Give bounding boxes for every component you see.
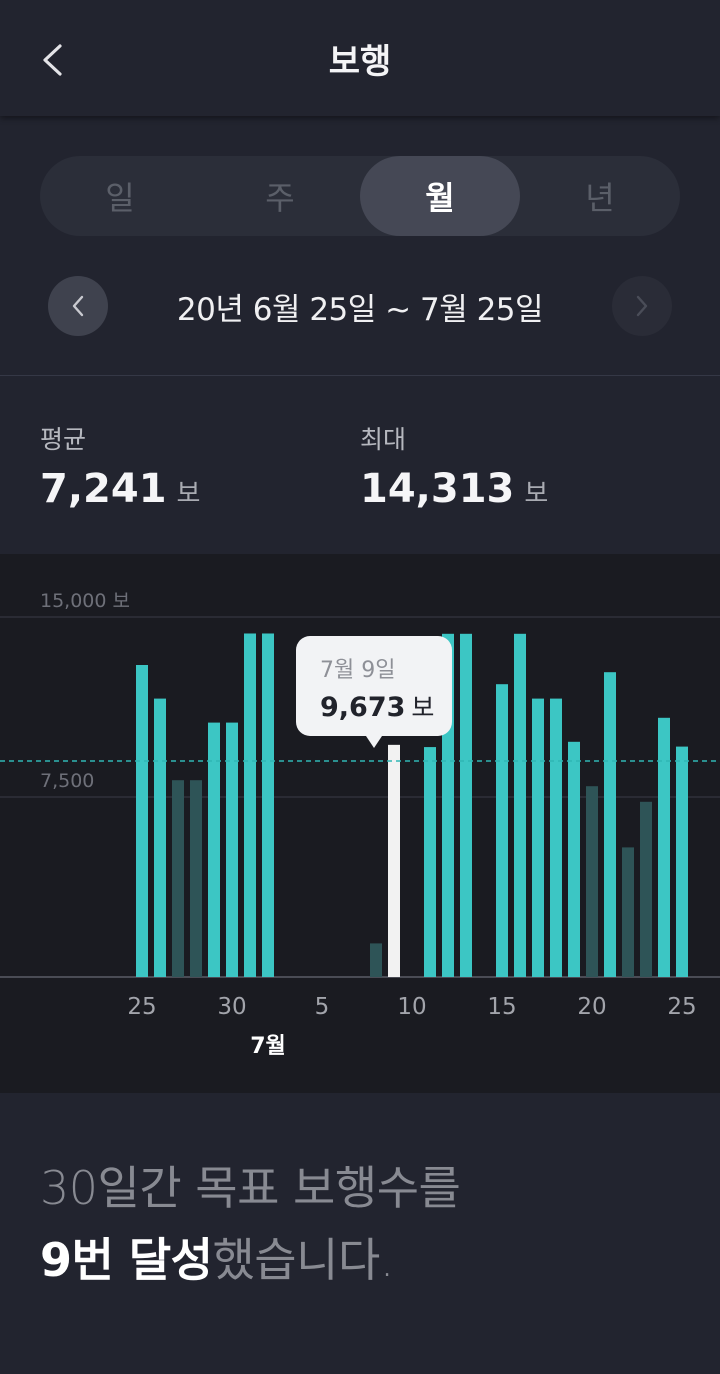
section-divider	[0, 375, 720, 376]
bar	[514, 633, 526, 977]
average-unit: 보	[176, 479, 201, 509]
summary-count: 9번 달성	[40, 1233, 213, 1287]
top-app-bar: 보행	[0, 0, 720, 116]
y-tick-label: 7,500	[40, 770, 94, 792]
bar	[676, 746, 688, 977]
average-value-row: 7,241 보	[40, 466, 200, 512]
steps-bar-chart: 15,000 보 7,500 25 30 5 10 15 20 25 7월	[0, 590, 720, 1059]
tab-year[interactable]: 년	[520, 156, 680, 236]
bar-selected	[388, 744, 400, 977]
bar	[550, 698, 562, 977]
x-tick-label: 25	[667, 994, 696, 1020]
goal-summary: 30일간 목표 보행수를 9번 달성했습니다.	[40, 1152, 700, 1296]
tooltip-value-row: 9,673 보	[320, 688, 434, 724]
bar	[154, 698, 166, 977]
average-stat: 평균 7,241 보	[40, 420, 200, 512]
tooltip-date: 7월 9일	[320, 658, 396, 683]
max-value: 14,313	[360, 466, 515, 512]
bar	[244, 633, 256, 977]
bar	[172, 780, 184, 977]
x-tick-label: 15	[487, 994, 516, 1020]
x-tick-label: 5	[315, 994, 330, 1020]
month-label: 7월	[250, 1034, 286, 1059]
bar	[640, 801, 652, 977]
bar	[568, 741, 580, 977]
tab-day[interactable]: 일	[40, 156, 200, 236]
bar	[370, 943, 382, 977]
summary-line-2: 9번 달성했습니다.	[40, 1224, 700, 1296]
bar	[190, 780, 202, 977]
date-range-navigator: 20년 6월 25일 ~ 7월 25일	[0, 276, 720, 336]
average-value: 7,241	[40, 466, 167, 512]
average-label: 평균	[40, 425, 87, 454]
bar	[136, 665, 148, 977]
x-tick-label: 30	[217, 994, 246, 1020]
max-unit: 보	[524, 479, 549, 509]
bar	[262, 633, 274, 977]
tab-month[interactable]: 월	[360, 156, 520, 236]
bar	[658, 717, 670, 977]
period-tabs: 일 주 월 년	[40, 156, 680, 236]
steps-chart-panel: 15,000 보 7,500 25 30 5 10 15 20 25 7월 7월 9일 9,673…	[0, 554, 720, 1093]
bar	[496, 684, 508, 977]
next-period-button[interactable]	[612, 276, 672, 336]
max-value-row: 14,313 보	[360, 466, 548, 512]
x-tick-label: 25	[127, 994, 156, 1020]
tab-week[interactable]: 주	[200, 156, 360, 236]
tooltip-unit: 보	[411, 693, 435, 722]
x-tick-label: 10	[397, 994, 426, 1020]
chevron-right-icon	[636, 295, 648, 317]
bar	[586, 786, 598, 977]
tooltip-value: 9,673	[320, 692, 406, 723]
bar	[622, 847, 634, 977]
summary-line-1: 30일간 목표 보행수를	[40, 1161, 461, 1215]
max-label: 최대	[360, 425, 407, 454]
y-tick-label: 15,000 보	[40, 590, 130, 612]
page-title: 보행	[328, 42, 392, 82]
bar	[604, 672, 616, 977]
max-stat: 최대 14,313 보	[360, 420, 548, 512]
bar	[532, 698, 544, 977]
bar	[460, 633, 472, 977]
bar	[424, 747, 436, 977]
summary-suffix: 했습니다.	[212, 1233, 394, 1287]
selected-day-tooltip: 7월 9일 9,673 보	[296, 636, 452, 748]
x-tick-label: 20	[577, 994, 606, 1020]
